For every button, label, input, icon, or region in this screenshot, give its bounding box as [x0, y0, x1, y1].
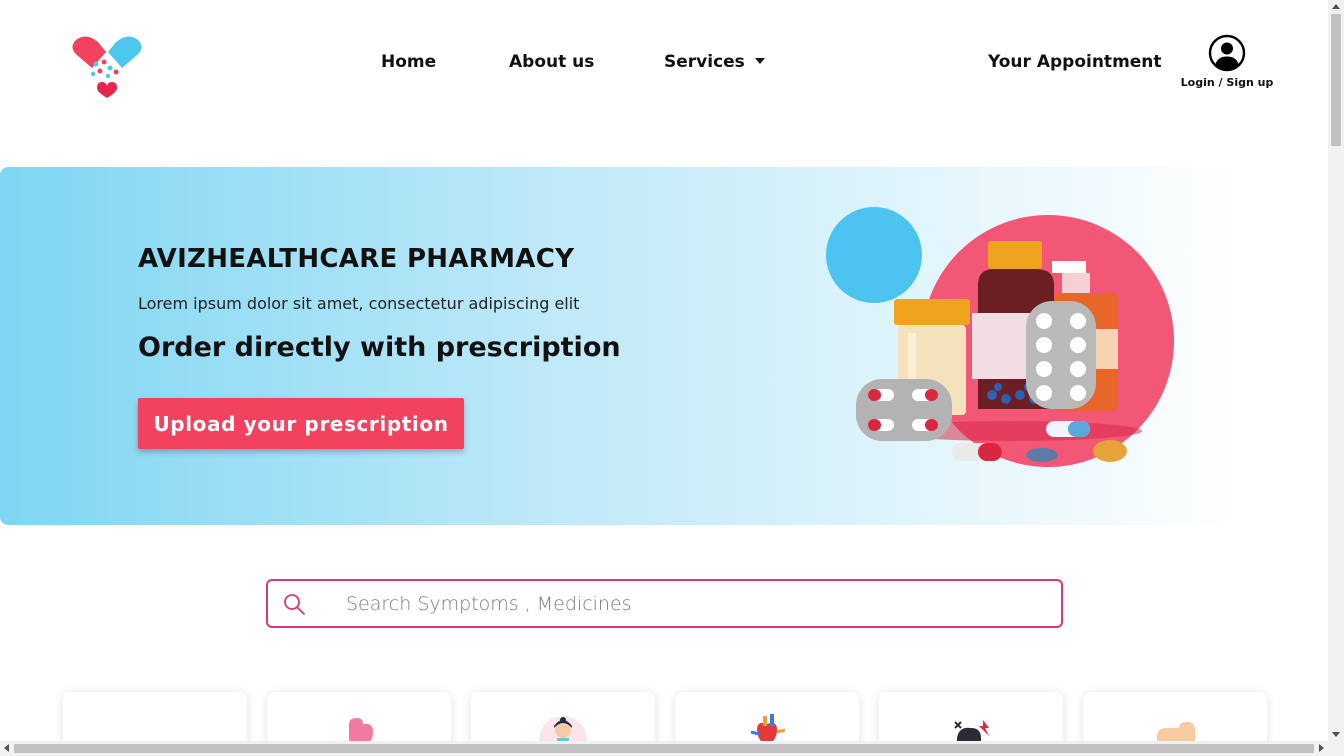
- hero-subtitle: Lorem ipsum dolor sit amet, consectetur …: [138, 294, 580, 313]
- vertical-scrollbar-thumb[interactable]: [1331, 14, 1341, 146]
- scroll-right-arrow-icon[interactable]: [1319, 744, 1324, 752]
- page: Home About us Services Your Appointment …: [0, 0, 1344, 756]
- scroll-left-arrow-icon[interactable]: [4, 744, 9, 752]
- nav-appointment-link[interactable]: Your Appointment: [988, 52, 1162, 72]
- nav-services-dropdown[interactable]: Services: [664, 52, 765, 72]
- caret-down-icon: [754, 58, 765, 64]
- search-icon[interactable]: [282, 592, 306, 616]
- search-box[interactable]: [266, 579, 1063, 628]
- nav-home-link[interactable]: Home: [381, 52, 436, 72]
- nav-services-label: Services: [664, 52, 745, 72]
- hero-title: AVIZHEALTHCARE PHARMACY: [138, 244, 575, 274]
- scroll-up-arrow-icon[interactable]: [1332, 4, 1340, 9]
- horizontal-scrollbar-thumb[interactable]: [14, 744, 1314, 753]
- hero-banner: AVIZHEALTHCARE PHARMACY Lorem ipsum dolo…: [0, 167, 1240, 525]
- vertical-scrollbar[interactable]: [1328, 0, 1344, 741]
- horizontal-scrollbar[interactable]: [0, 741, 1344, 756]
- login-signup-button[interactable]: Login / Sign up: [1180, 34, 1274, 89]
- nav-about-link[interactable]: About us: [509, 52, 594, 72]
- scroll-down-arrow-icon[interactable]: [1332, 732, 1340, 737]
- heart-pill-logo-icon[interactable]: [66, 34, 148, 98]
- upload-prescription-button[interactable]: Upload your prescription: [138, 398, 464, 449]
- login-signup-label: Login / Sign up: [1180, 76, 1274, 89]
- search-input[interactable]: [346, 589, 1046, 619]
- user-account-icon: [1208, 34, 1246, 72]
- medicine-bottles-illustration: [826, 207, 1174, 467]
- hero-tagline: Order directly with prescription: [138, 332, 621, 363]
